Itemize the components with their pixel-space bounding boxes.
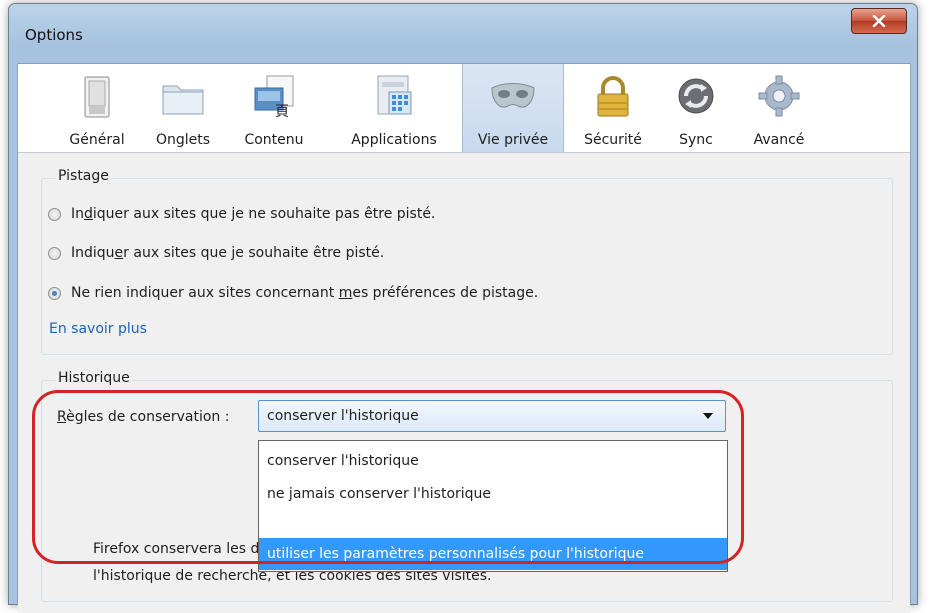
learn-more-link[interactable]: En savoir plus (49, 321, 147, 337)
radio-button-selected[interactable] (48, 286, 61, 300)
title-bar[interactable]: Options (9, 4, 917, 64)
preferences-toolbar: Général Onglets 頁 Contenu Applications V… (18, 64, 910, 153)
svg-text:頁: 頁 (275, 104, 289, 120)
tabs-folder-icon (162, 85, 204, 115)
tab-sync[interactable]: Sync (666, 64, 726, 152)
annotation-highlight-ellipse (32, 390, 744, 564)
sync-arrows-icon (678, 78, 714, 114)
window-title: Options (25, 26, 83, 44)
tab-applications[interactable]: Applications (340, 64, 448, 152)
tracking-option-label: Ne rien indiquer aux sites concernant me… (71, 285, 539, 301)
tracking-option-allow-tracking[interactable]: Indiquer aux sites que je souhaite être … (48, 245, 384, 261)
tracking-caption: Pistage (56, 168, 111, 184)
padlock-icon (597, 76, 629, 117)
tab-content[interactable]: 頁 Contenu (236, 64, 312, 152)
tab-tabs[interactable]: Onglets (150, 64, 216, 152)
radio-button[interactable] (48, 207, 61, 221)
tracking-option-no-preference[interactable]: Ne rien indiquer aux sites concernant me… (48, 285, 538, 301)
tab-general[interactable]: Général (62, 64, 132, 152)
privacy-mask-icon (491, 83, 535, 108)
tracking-groupbox (41, 178, 893, 355)
tracking-option-do-not-track[interactable]: Indiquer aux sites que je ne souhaite pa… (48, 206, 435, 222)
history-caption: Historique (56, 370, 132, 386)
tracking-option-label: Indiquer aux sites que je souhaite être … (71, 245, 385, 261)
tracking-option-label: Indiquer aux sites que je ne souhaite pa… (71, 206, 436, 222)
close-icon (872, 15, 886, 27)
tab-advanced[interactable]: Avancé (746, 64, 812, 152)
gear-icon (758, 75, 800, 117)
tab-security[interactable]: Sécurité (578, 64, 648, 152)
close-button[interactable] (851, 8, 907, 34)
tab-privacy[interactable]: Vie privée (462, 64, 564, 152)
content-page-icon: 頁 (254, 75, 294, 120)
general-switch-icon (84, 76, 110, 118)
radio-button[interactable] (48, 246, 61, 260)
applications-window-icon (377, 75, 412, 115)
